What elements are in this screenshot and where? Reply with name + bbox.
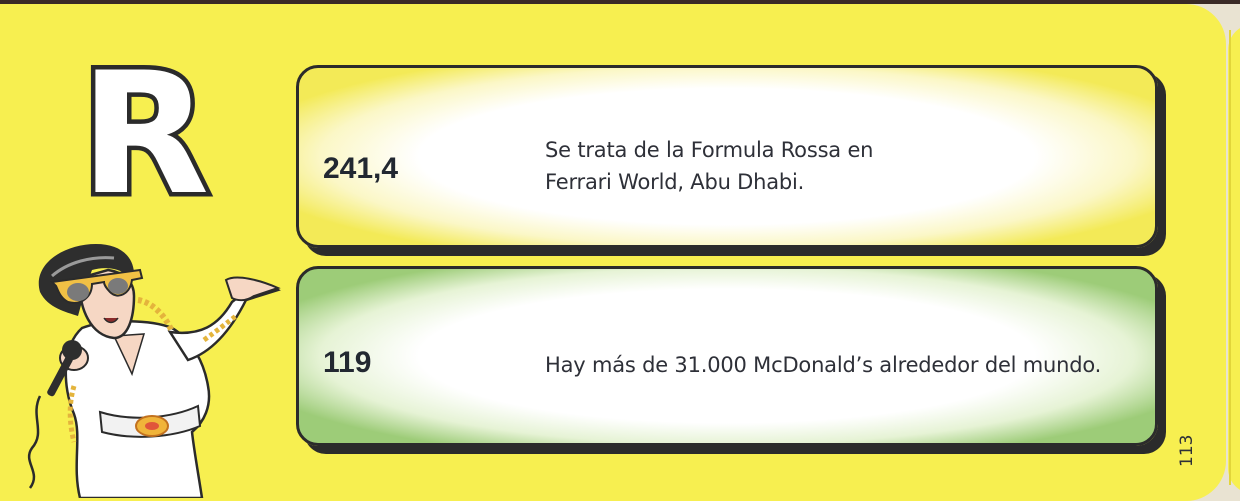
fact-number: 119 <box>323 346 372 379</box>
answer-letter: R <box>75 36 213 232</box>
fact-description: Se trata de la Formula Rossa en Ferrari … <box>545 134 1145 198</box>
fact-box-yellow: 241,4 Se trata de la Formula Rossa en Fe… <box>296 65 1158 248</box>
fact-description-line: Ferrari World, Abu Dhabi. <box>545 170 805 194</box>
fact-description-line: Hay más de 31.000 McDonald’s alrededor d… <box>545 353 1102 377</box>
fact-box-green: 119 Hay más de 31.000 McDonald’s alreded… <box>296 266 1158 446</box>
page-number: 113 <box>1177 434 1197 467</box>
fact-description: Hay más de 31.000 McDonald’s alrededor d… <box>545 349 1145 381</box>
adjacent-card-fold <box>1229 30 1231 485</box>
elvis-singer-illustration <box>27 244 281 498</box>
letter-badge: R <box>75 46 213 223</box>
fact-description-line: Se trata de la Formula Rossa en <box>545 138 874 162</box>
trivia-card: R 241,4 Se trata de la Formula Rossa en … <box>0 4 1226 501</box>
fact-number: 241,4 <box>323 152 399 185</box>
